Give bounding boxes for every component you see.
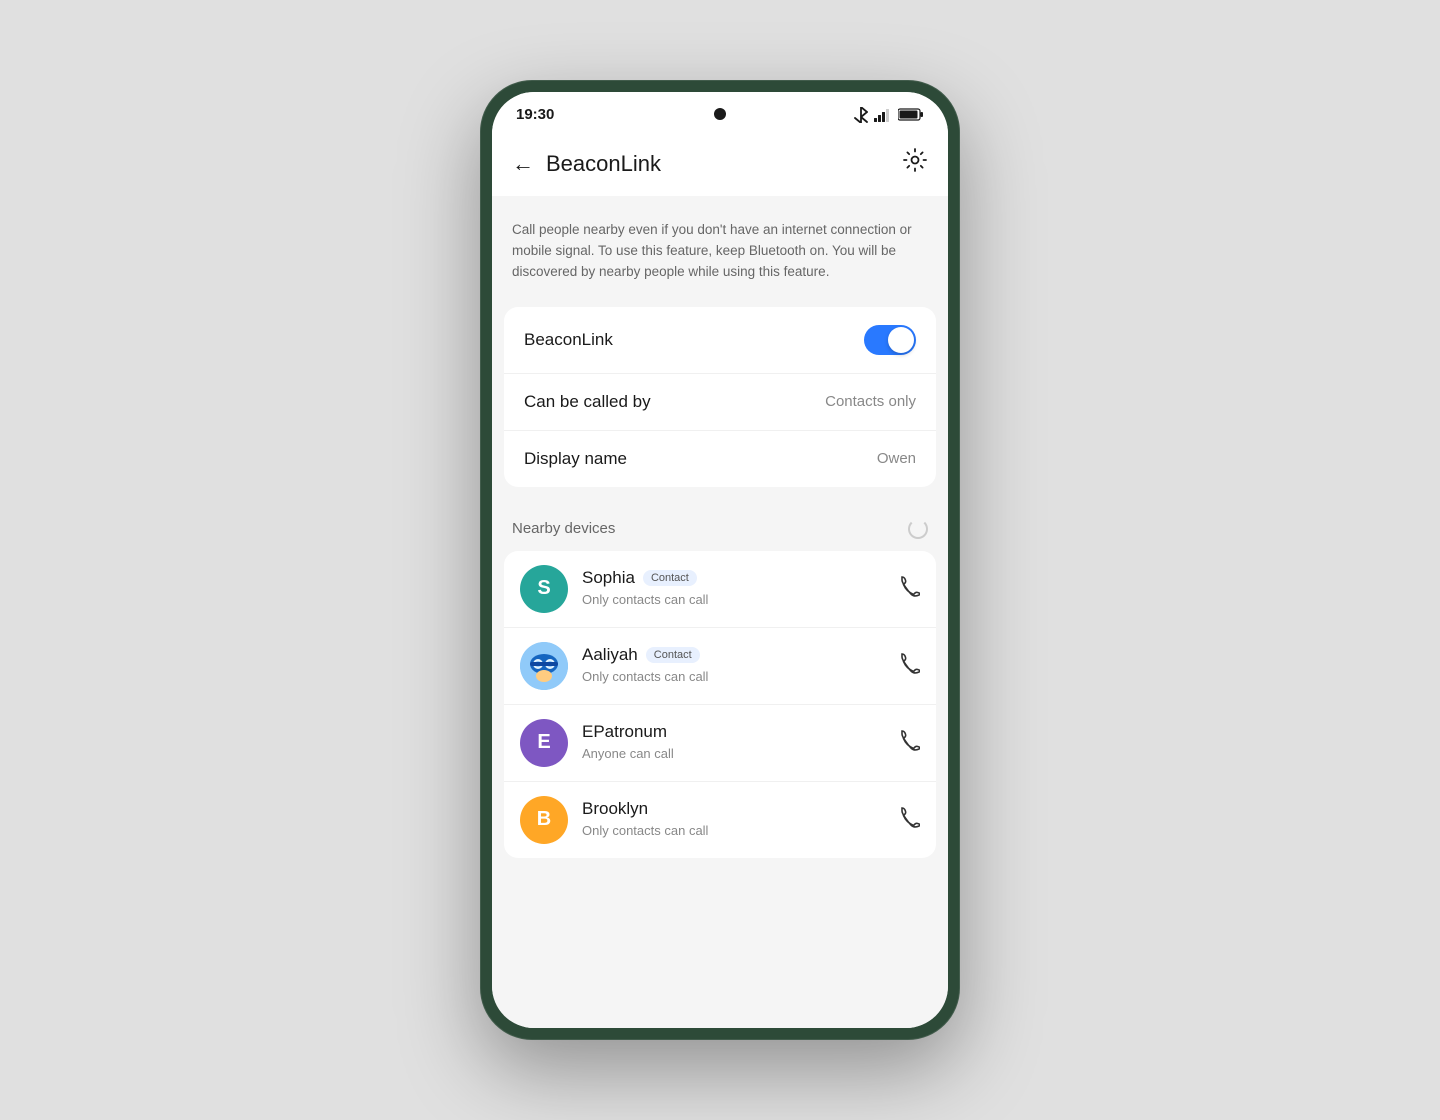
device-sub-aaliyah: Only contacts can call	[582, 669, 708, 684]
contact-badge-aaliyah: Contact	[646, 647, 700, 663]
call-button-sophia[interactable]	[898, 575, 920, 603]
battery-icon	[898, 108, 924, 121]
toggle-thumb	[888, 327, 914, 353]
top-bar-left: ← BeaconLink	[512, 151, 661, 177]
device-name-row-sophia: Sophia Contact	[582, 568, 884, 588]
device-name-row-brooklyn: Brooklyn	[582, 799, 884, 819]
call-button-epatronum[interactable]	[898, 729, 920, 757]
nearby-section: Nearby devices S Sophia Contact Only	[492, 511, 948, 858]
device-sub-epatronum: Anyone can call	[582, 746, 674, 761]
device-info-sophia: Sophia Contact Only contacts can call	[582, 568, 884, 609]
phone-frame: 19:30	[480, 80, 960, 1040]
called-by-row[interactable]: Can be called by Contacts only	[504, 374, 936, 431]
top-bar: ← BeaconLink	[492, 131, 948, 196]
bluetooth-icon	[854, 107, 868, 123]
avatar-epatronum: E	[520, 719, 568, 767]
status-icons	[854, 107, 924, 123]
signal-icon	[874, 108, 892, 122]
device-info-aaliyah: Aaliyah Contact Only contacts can call	[582, 645, 884, 686]
beaconlink-toggle[interactable]	[864, 325, 916, 355]
called-by-label: Can be called by	[524, 392, 651, 412]
settings-card: BeaconLink Can be called by Contacts onl…	[504, 307, 936, 487]
avatar-brooklyn: B	[520, 796, 568, 844]
call-button-brooklyn[interactable]	[898, 806, 920, 834]
device-name-aaliyah: Aaliyah	[582, 645, 638, 665]
nearby-title: Nearby devices	[512, 520, 615, 537]
device-item-aaliyah: Aaliyah Contact Only contacts can call	[504, 628, 936, 705]
device-name-row-epatronum: EPatronum	[582, 722, 884, 742]
call-button-aaliyah[interactable]	[898, 652, 920, 680]
display-name-label: Display name	[524, 449, 627, 469]
display-name-value: Owen	[877, 450, 916, 467]
device-item-brooklyn: B Brooklyn Only contacts can call	[504, 782, 936, 858]
display-name-row[interactable]: Display name Owen	[504, 431, 936, 487]
device-sub-sophia: Only contacts can call	[582, 592, 708, 607]
device-name-epatronum: EPatronum	[582, 722, 667, 742]
device-info-epatronum: EPatronum Anyone can call	[582, 722, 884, 763]
avatar-sophia: S	[520, 565, 568, 613]
device-name-brooklyn: Brooklyn	[582, 799, 648, 819]
camera-cutout	[714, 108, 726, 120]
description-section: Call people nearby even if you don't hav…	[492, 196, 948, 299]
device-list: S Sophia Contact Only contacts can call	[504, 551, 936, 858]
device-item-sophia: S Sophia Contact Only contacts can call	[504, 551, 936, 628]
status-time: 19:30	[516, 106, 554, 123]
page-title: BeaconLink	[546, 151, 661, 177]
beaconlink-row: BeaconLink	[504, 307, 936, 374]
beaconlink-label: BeaconLink	[524, 330, 613, 350]
status-bar: 19:30	[492, 92, 948, 131]
device-name-sophia: Sophia	[582, 568, 635, 588]
nearby-header: Nearby devices	[492, 511, 948, 551]
screen-content: ← BeaconLink Call people nearby even if …	[492, 131, 948, 1028]
phone-screen: 19:30	[492, 92, 948, 1028]
called-by-value: Contacts only	[825, 393, 916, 410]
description-text: Call people nearby even if you don't hav…	[512, 220, 928, 283]
device-name-row-aaliyah: Aaliyah Contact	[582, 645, 884, 665]
loading-spinner	[908, 519, 928, 539]
contact-badge-sophia: Contact	[643, 570, 697, 586]
device-info-brooklyn: Brooklyn Only contacts can call	[582, 799, 884, 840]
device-item-epatronum: E EPatronum Anyone can call	[504, 705, 936, 782]
settings-button[interactable]	[902, 147, 928, 180]
back-button[interactable]: ←	[512, 151, 534, 177]
device-sub-brooklyn: Only contacts can call	[582, 823, 708, 838]
avatar-aaliyah	[520, 642, 568, 690]
